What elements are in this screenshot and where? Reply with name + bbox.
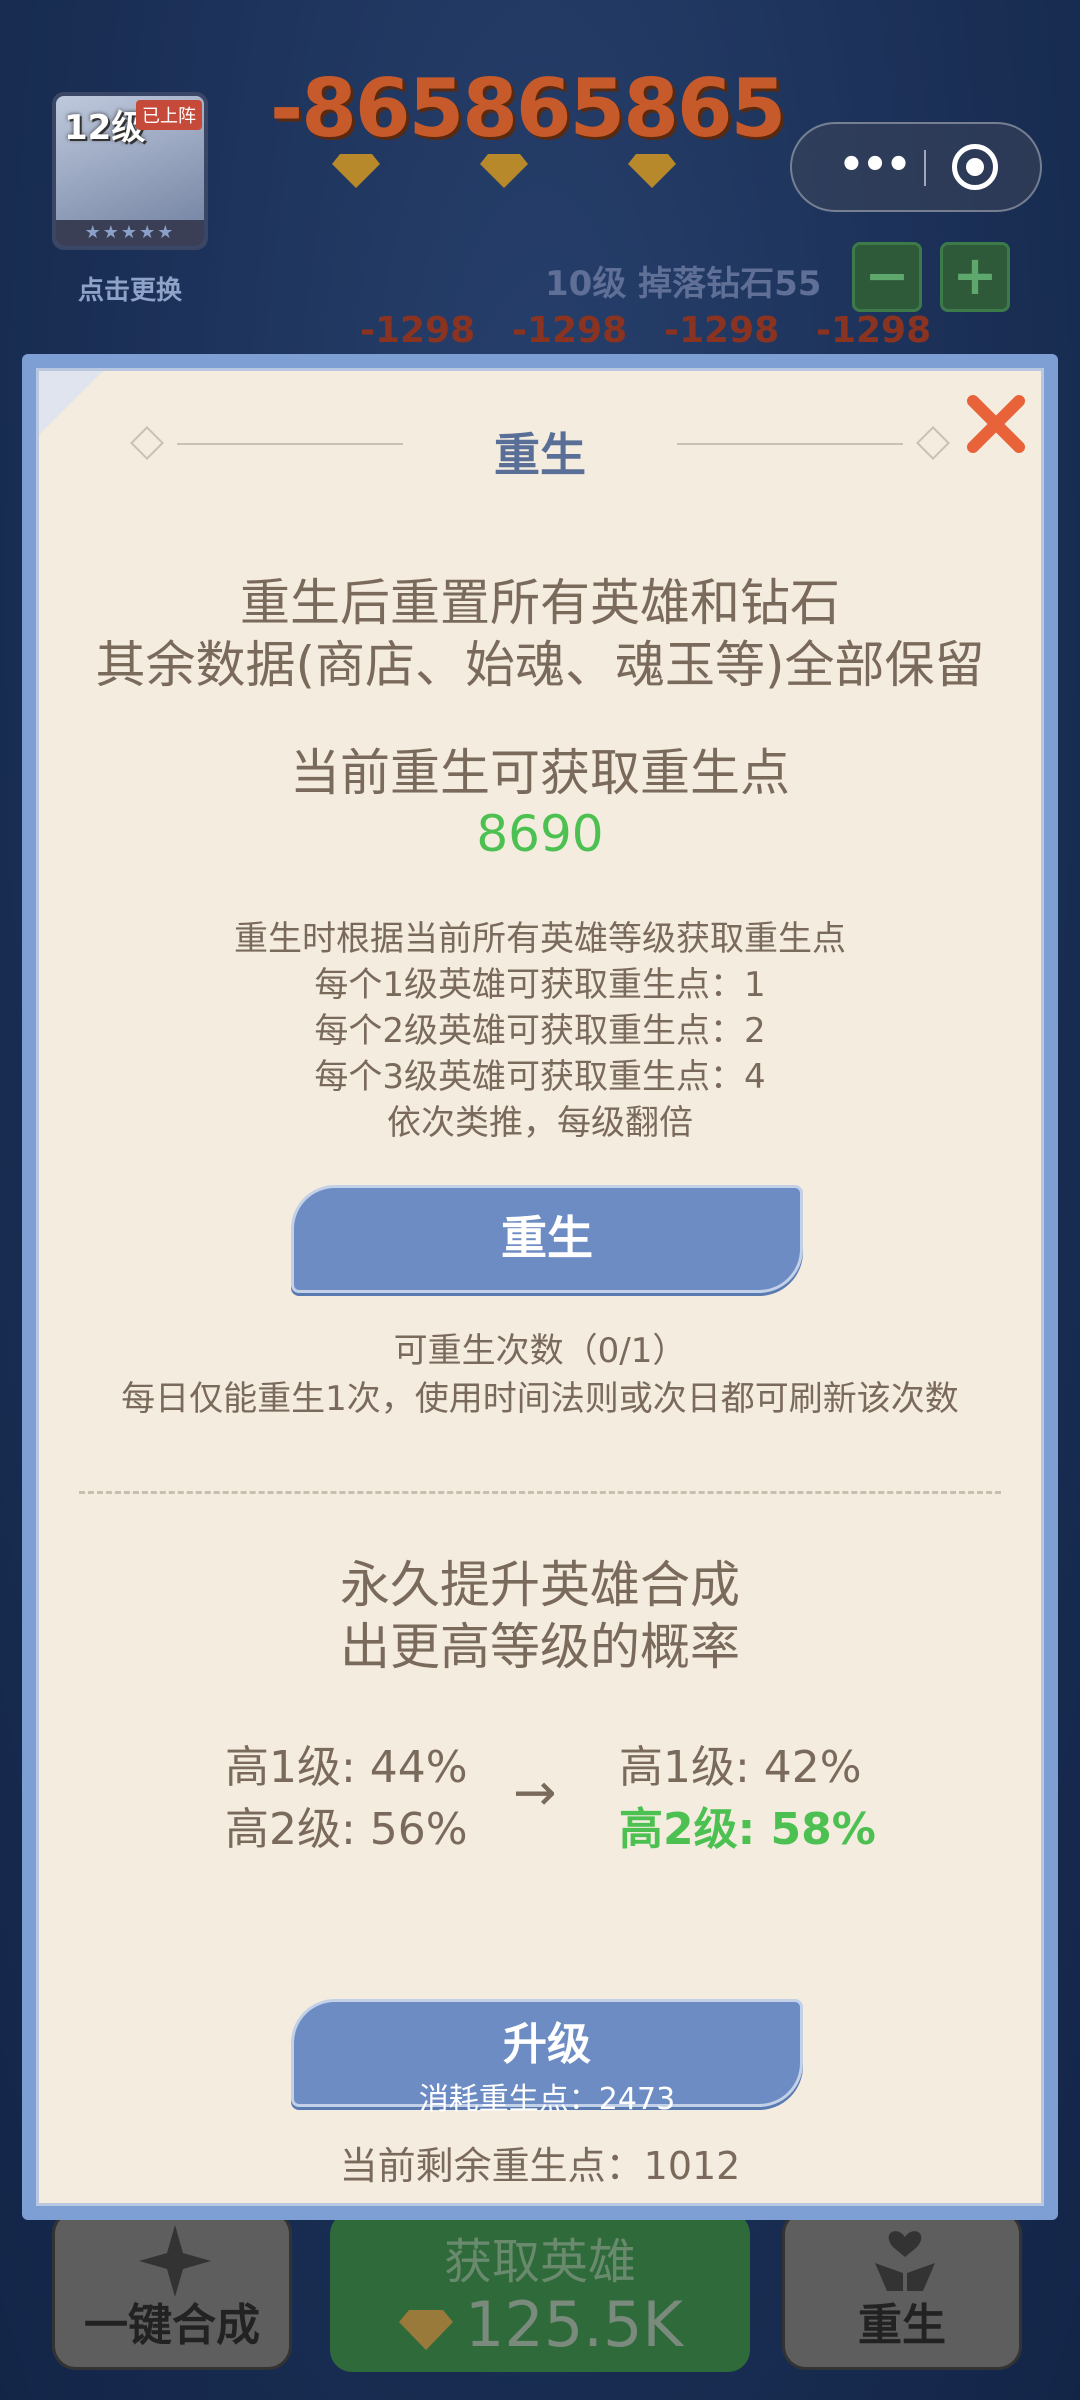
rebirth-tab-button[interactable]: 重生: [782, 2210, 1022, 2370]
modal-panel: 重生 重生后重置所有英雄和钻石 其余数据(商店、始魂、魂玉等)全部保留 当前重生…: [36, 368, 1044, 2206]
more-button[interactable]: •••: [834, 124, 914, 210]
change-hero-label[interactable]: 点击更换: [52, 270, 208, 307]
modal-title-bar: 重生: [39, 413, 1041, 482]
current-points-label: 当前重生可获取重生点: [290, 744, 790, 802]
sparkle-icon: [139, 2225, 211, 2297]
rule-line: 每个3级英雄可获取重生点：4: [314, 1057, 766, 1097]
upgrade-title-line-2: 出更高等级的概率: [340, 1618, 740, 1676]
remaining-count: 可重生次数（0/1）: [393, 1331, 687, 1371]
rebirth-modal: 重生 重生后重置所有英雄和钻石 其余数据(商店、始魂、魂玉等)全部保留 当前重生…: [22, 354, 1058, 2220]
upgrade-button[interactable]: 升级 消耗重生点：2473: [291, 1999, 803, 2117]
rebirth-tab-label: 重生: [858, 2300, 946, 2351]
rebirth-button[interactable]: 重生: [291, 1185, 803, 1293]
current-probabilities: 高1级: 44% 高2级: 56%: [225, 1737, 468, 1861]
drop-info: 10级 掉落钻石55: [545, 264, 822, 304]
intro-line-2: 其余数据(商店、始魂、魂玉等)全部保留: [95, 636, 985, 694]
mini-program-capsule: •••: [790, 122, 1042, 212]
current-prob-1: 高1级: 44%: [225, 1742, 468, 1793]
minus-button[interactable]: −: [852, 242, 922, 312]
damage-number: -1298: [664, 310, 780, 351]
get-hero-button[interactable]: 获取英雄 125.5K: [330, 2212, 750, 2372]
damage-number: -1298: [360, 310, 476, 351]
deployed-tag: 已上阵: [136, 100, 202, 130]
title-line-right: [677, 443, 903, 445]
gem-icon: [480, 154, 528, 188]
capsule-divider: [924, 150, 926, 186]
current-prob-2: 高2级: 56%: [225, 1804, 468, 1855]
close-miniprogram-icon[interactable]: [952, 144, 998, 190]
hero-card[interactable]: 12级 已上阵 ★★★★★: [52, 92, 208, 250]
gem-icon: [332, 154, 380, 188]
gem-icon: [398, 2309, 453, 2350]
modal-title: 重生: [494, 428, 586, 482]
hero-level: 12级: [64, 108, 146, 148]
damage-number: -1298: [816, 310, 932, 351]
rule-line: 每个1级英雄可获取重生点：1: [314, 965, 766, 1005]
rule-line: 依次类推，每级翻倍: [387, 1103, 693, 1143]
hero-stars: ★★★★★: [56, 220, 204, 246]
daily-note: 每日仅能重生1次，使用时间法则或次日都可刷新该次数: [121, 1379, 959, 1419]
damage-number: -1298: [512, 310, 628, 351]
auto-merge-label: 一键合成: [84, 2300, 260, 2351]
arrow-right-icon: →: [513, 1763, 557, 1823]
enemy-gem-row: [330, 140, 730, 200]
next-probabilities: 高1级: 42% 高2级: 58%: [619, 1737, 876, 1861]
damage-numbers: -1298 -1298 -1298 -1298: [360, 310, 960, 351]
next-prob-2: 高2级: 58%: [619, 1804, 876, 1855]
plus-button[interactable]: +: [940, 242, 1010, 312]
rule-line: 重生时根据当前所有英雄等级获取重生点: [234, 919, 846, 959]
upgrade-cost: 消耗重生点：2473: [418, 2082, 676, 2117]
auto-merge-button[interactable]: 一键合成: [52, 2210, 292, 2370]
current-points-value: 8690: [476, 805, 604, 863]
upgrade-button-label: 升级: [503, 2019, 591, 2070]
get-hero-cost: 125.5K: [330, 2288, 750, 2361]
get-hero-cost-value: 125.5K: [464, 2288, 684, 2361]
remaining-points: 当前剩余重生点：1012: [339, 2144, 741, 2188]
get-hero-label: 获取英雄: [443, 2234, 636, 2290]
section-divider: [79, 1491, 1001, 1494]
gem-icon: [628, 154, 676, 188]
rule-line: 每个2级英雄可获取重生点：2: [314, 1011, 766, 1051]
hands-heart-icon: [875, 2231, 935, 2291]
next-prob-1: 高1级: 42%: [619, 1742, 862, 1793]
